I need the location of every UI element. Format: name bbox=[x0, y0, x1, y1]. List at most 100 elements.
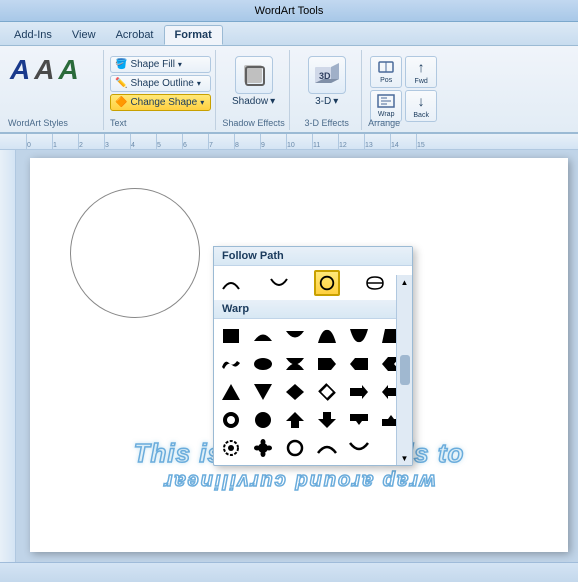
follow-path-grid bbox=[214, 266, 412, 300]
wordart-letters: A A A bbox=[8, 52, 99, 88]
shape-warp-arch-up[interactable] bbox=[250, 323, 276, 349]
shape-warp-arc-up[interactable] bbox=[314, 435, 340, 461]
ruler-mark: 4 bbox=[130, 134, 156, 150]
threed-effects-label: 3-D bbox=[315, 96, 331, 107]
shape-warp-diamond[interactable] bbox=[282, 379, 308, 405]
shape-warp-gear[interactable] bbox=[218, 435, 244, 461]
ruler-mark: 10 bbox=[286, 134, 312, 150]
ruler-mark: 6 bbox=[182, 134, 208, 150]
shape-warp-arch-down[interactable] bbox=[282, 323, 308, 349]
ruler-mark: 11 bbox=[312, 134, 338, 150]
shape-fill-button[interactable]: 🪣 Shape Fill ▾ bbox=[110, 56, 211, 73]
tab-addins[interactable]: Add-Ins bbox=[4, 25, 62, 45]
threed-effects-group: 3D 3-D ▾ 3-D Effects bbox=[292, 50, 362, 130]
shadow-effects-label: Shadow bbox=[232, 96, 268, 107]
shadow-icon bbox=[235, 56, 273, 94]
change-shape-icon: 🔶 bbox=[115, 97, 127, 108]
svg-text:3D: 3D bbox=[319, 71, 331, 81]
ruler-mark: 7 bbox=[208, 134, 234, 150]
shape-warp-diamond2[interactable] bbox=[314, 379, 340, 405]
shadow-effects-group: Shadow ▾ Shadow Effects bbox=[218, 50, 290, 130]
title-bar-text: WordArt Tools bbox=[255, 5, 324, 17]
shape-warp-wave1[interactable] bbox=[218, 351, 244, 377]
threed-effects-button[interactable]: 3D 3-D ▾ bbox=[300, 52, 354, 121]
shape-warp-arrow-up[interactable] bbox=[282, 407, 308, 433]
ruler-mark: 12 bbox=[338, 134, 364, 150]
status-bar bbox=[0, 562, 578, 582]
shape-warp-square[interactable] bbox=[218, 323, 244, 349]
ribbon-tabs: Add-Ins View Acrobat Format bbox=[0, 22, 578, 46]
wordart-letter-a1: A bbox=[10, 56, 30, 84]
shape-outline-icon: ✏️ bbox=[115, 78, 127, 89]
canvas-wrapper: 0 1 2 3 4 5 6 7 8 9 10 11 12 13 14 15 Th… bbox=[0, 134, 578, 562]
shape-outline-label: Shape Outline bbox=[130, 78, 193, 89]
wordart-letter-a2: A bbox=[34, 56, 54, 84]
warp-header: Warp bbox=[214, 300, 412, 319]
ruler-mark: 5 bbox=[156, 134, 182, 150]
shape-warp-deflate[interactable] bbox=[282, 351, 308, 377]
threed-icon: 3D bbox=[308, 56, 346, 94]
shape-warp-triangle[interactable] bbox=[218, 379, 244, 405]
bring-forward-button[interactable]: ↑ Fwd bbox=[405, 56, 437, 88]
ruler-mark: 0 bbox=[26, 134, 52, 150]
shape-warp-banner1[interactable] bbox=[346, 407, 372, 433]
shape-warp-circle-outline[interactable] bbox=[282, 435, 308, 461]
ruler-mark: 14 bbox=[390, 134, 416, 150]
wordart-styles-group: A A A WordArt Styles bbox=[4, 50, 104, 130]
wordart-styles-label: WordArt Styles bbox=[8, 118, 68, 128]
shape-warp-arrow-down[interactable] bbox=[314, 407, 340, 433]
shadow-effects-button[interactable]: Shadow ▾ bbox=[224, 52, 283, 121]
shape-buttons: 🪣 Shape Fill ▾ ✏️ Shape Outline ▾ 🔶 Chan… bbox=[110, 52, 211, 125]
ruler-marks-h: 0 1 2 3 4 5 6 7 8 9 10 11 12 13 14 15 bbox=[26, 134, 442, 150]
scroll-thumb[interactable] bbox=[400, 355, 410, 385]
ruler-mark: 3 bbox=[104, 134, 130, 150]
threed-group-label: 3-D Effects bbox=[304, 118, 348, 128]
dropdown-scrollbar[interactable]: ▲ ▼ bbox=[396, 275, 412, 465]
ruler-mark: 15 bbox=[416, 134, 442, 150]
shape-arch-up[interactable] bbox=[218, 270, 244, 296]
change-shape-label: Change Shape bbox=[130, 97, 197, 108]
shape-warp-chevron-left[interactable] bbox=[346, 351, 372, 377]
text-format-label: Text bbox=[110, 118, 127, 128]
shape-arch-down[interactable] bbox=[266, 270, 292, 296]
ruler-mark: 1 bbox=[52, 134, 78, 150]
shape-warp-fill-circle[interactable] bbox=[250, 407, 276, 433]
shape-warp-inflate[interactable] bbox=[250, 351, 276, 377]
shape-warp-arch-down-curve[interactable] bbox=[346, 323, 372, 349]
ruler-mark: 8 bbox=[234, 134, 260, 150]
shape-warp-triangle-down[interactable] bbox=[250, 379, 276, 405]
shape-fill-chevron: ▾ bbox=[178, 60, 182, 69]
shape-warp-arrow-right[interactable] bbox=[346, 379, 372, 405]
tab-format[interactable]: Format bbox=[164, 25, 223, 45]
ribbon-body: A A A WordArt Styles 🪣 Shape Fill ▾ ✏️ S… bbox=[0, 46, 578, 134]
ruler-mark: 2 bbox=[78, 134, 104, 150]
wordart-letter-a3: A bbox=[58, 56, 78, 84]
shape-format-group: 🪣 Shape Fill ▾ ✏️ Shape Outline ▾ 🔶 Chan… bbox=[106, 50, 216, 130]
circle-shape bbox=[70, 188, 200, 318]
arrange-label: Arrange bbox=[368, 118, 400, 128]
change-shape-chevron: ▾ bbox=[200, 98, 204, 107]
shape-warp-chevron-right[interactable] bbox=[314, 351, 340, 377]
tab-acrobat[interactable]: Acrobat bbox=[106, 25, 164, 45]
change-shape-button[interactable]: 🔶 Change Shape ▾ bbox=[110, 94, 211, 111]
shape-warp-arc-down[interactable] bbox=[346, 435, 372, 461]
scroll-down-arrow[interactable]: ▼ bbox=[398, 451, 412, 465]
shape-outline-chevron: ▾ bbox=[197, 79, 201, 88]
follow-path-header: Follow Path bbox=[214, 247, 412, 266]
shape-circle[interactable] bbox=[314, 270, 340, 296]
shape-warp-arch-curve[interactable] bbox=[314, 323, 340, 349]
shape-fill-label: Shape Fill bbox=[130, 59, 174, 70]
shape-button[interactable] bbox=[362, 270, 388, 296]
send-backward-button[interactable]: ↓ Back bbox=[405, 90, 437, 122]
tab-view[interactable]: View bbox=[62, 25, 106, 45]
shape-warp-ring[interactable] bbox=[218, 407, 244, 433]
warp-grid bbox=[214, 319, 412, 465]
scroll-up-arrow[interactable]: ▲ bbox=[398, 275, 412, 289]
shape-outline-button[interactable]: ✏️ Shape Outline ▾ bbox=[110, 75, 211, 92]
position-button[interactable]: Pos bbox=[370, 56, 402, 88]
shape-fill-icon: 🪣 bbox=[115, 59, 127, 70]
change-shape-dropdown: Follow Path Warp bbox=[213, 246, 413, 466]
ruler-mark: 13 bbox=[364, 134, 390, 150]
shadow-group-label: Shadow Effects bbox=[222, 118, 284, 128]
shape-warp-flower[interactable] bbox=[250, 435, 276, 461]
